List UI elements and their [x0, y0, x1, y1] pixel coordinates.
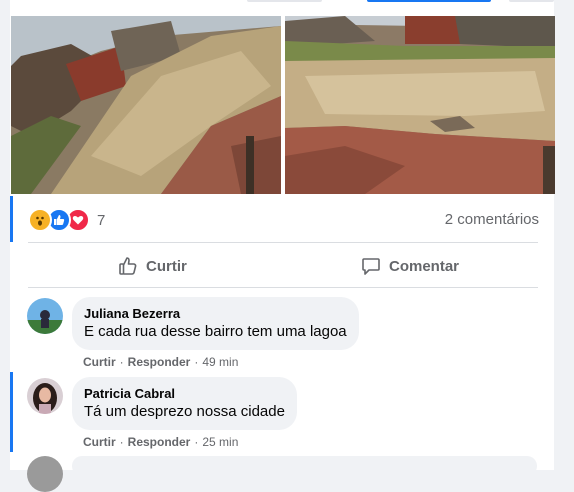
meta-separator: ·: [119, 435, 124, 449]
comment-accent: [10, 372, 13, 452]
comment-like-link[interactable]: Curtir: [83, 355, 116, 369]
meta-separator: ·: [194, 355, 199, 369]
wow-icon: [28, 208, 52, 232]
comment-reply-link[interactable]: Responder: [128, 355, 191, 369]
comment-bubble-icon: [362, 258, 380, 275]
post-photo-1[interactable]: [11, 16, 281, 194]
reaction-summary[interactable]: 7: [28, 206, 105, 234]
top-tab-stub: [247, 0, 322, 2]
comment-bubble: Patricia Cabral Tá um desprezo nossa cid…: [72, 377, 297, 430]
avatar[interactable]: [27, 298, 63, 334]
comment-text: E cada rua desse bairro tem uma lagoa: [84, 323, 347, 340]
comment-bubble: Juliana Bezerra E cada rua desse bairro …: [72, 297, 359, 350]
comment-author[interactable]: Patricia Cabral: [84, 385, 285, 402]
post-accent-top: [10, 196, 13, 242]
divider: [28, 287, 538, 288]
comment-actions: Curtir · Responder · 25 min: [83, 435, 238, 449]
top-tab-stub: [509, 0, 554, 2]
comment-author[interactable]: Juliana Bezerra: [84, 305, 347, 322]
like-button-label: Curtir: [146, 257, 187, 275]
reaction-count: 7: [97, 211, 106, 229]
comment-reply-link[interactable]: Responder: [128, 435, 191, 449]
comment-bubble-partial: [72, 456, 537, 476]
meta-separator: ·: [194, 435, 199, 449]
avatar[interactable]: [27, 378, 63, 414]
like-button[interactable]: Curtir: [118, 252, 187, 280]
comment-timestamp[interactable]: 25 min: [202, 435, 238, 449]
comment-actions: Curtir · Responder · 49 min: [83, 355, 238, 369]
comment-count-link[interactable]: 2 comentários: [445, 211, 539, 228]
comment-text: Tá um desprezo nossa cidade: [84, 403, 285, 420]
top-tab-stub-active: [367, 0, 491, 2]
avatar[interactable]: [27, 456, 63, 492]
meta-separator: ·: [119, 355, 124, 369]
divider: [28, 242, 538, 243]
thumbs-up-icon: [119, 257, 137, 275]
comment-like-link[interactable]: Curtir: [83, 435, 116, 449]
comment-timestamp[interactable]: 49 min: [202, 355, 238, 369]
comment-button-label: Comentar: [389, 257, 460, 275]
comment-button[interactable]: Comentar: [361, 252, 459, 280]
post-photo-2[interactable]: [285, 16, 555, 194]
